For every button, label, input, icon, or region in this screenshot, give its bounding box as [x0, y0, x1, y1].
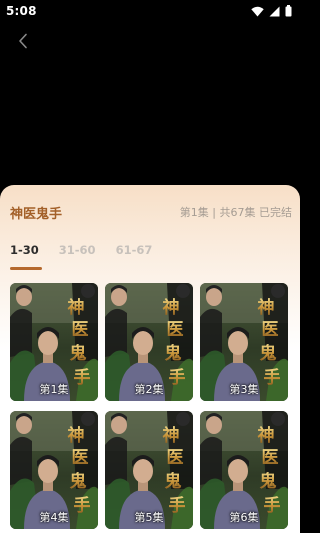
svg-text:鬼: 鬼 — [70, 343, 87, 364]
svg-text:神: 神 — [163, 425, 180, 446]
svg-text:医: 医 — [72, 448, 89, 468]
sheet-header: 神医鬼手 第1集 | 共67集 已完结 — [10, 202, 292, 222]
signal-icon — [269, 6, 280, 17]
svg-text:鬼: 鬼 — [70, 471, 87, 492]
episode-card[interactable]: 神医鬼手 第6集 — [200, 411, 288, 529]
status-icons — [251, 5, 292, 17]
episode-label: 第4集 — [39, 511, 69, 524]
episode-card[interactable]: 神医鬼手 第3集 — [200, 283, 288, 401]
chevron-left-icon — [18, 33, 28, 53]
status-time: 5:08 — [6, 4, 37, 18]
episode-label: 第3集 — [229, 383, 259, 396]
episode-grid: 神医鬼手 第1集 神医鬼手 第2集 神医鬼手 第3集 神医鬼手 第4集 神医鬼手… — [10, 283, 292, 529]
svg-text:鬼: 鬼 — [165, 343, 182, 364]
svg-text:医: 医 — [262, 448, 279, 468]
phone-screen: 5:08 神医鬼手 第1集 | 共67集 已完结 1-30 31-60 61-6… — [0, 0, 300, 533]
episode-label: 第1集 — [39, 383, 69, 396]
svg-text:神: 神 — [68, 425, 85, 446]
episode-range-tabs: 1-30 31-60 61-67 — [10, 242, 172, 270]
battery-icon — [285, 5, 292, 17]
series-title: 神医鬼手 — [10, 206, 63, 222]
episode-card[interactable]: 神医鬼手 第2集 — [105, 283, 193, 401]
episode-card[interactable]: 神医鬼手 第1集 — [10, 283, 98, 401]
episode-label: 第5集 — [134, 511, 164, 524]
svg-text:神: 神 — [68, 297, 85, 318]
svg-text:鬼: 鬼 — [260, 343, 277, 364]
svg-text:鬼: 鬼 — [165, 471, 182, 492]
tab-61-67[interactable]: 61-67 — [116, 242, 153, 270]
episode-selector-sheet: 神医鬼手 第1集 | 共67集 已完结 1-30 31-60 61-67 神医鬼… — [0, 185, 300, 533]
svg-text:医: 医 — [262, 320, 279, 340]
svg-text:神: 神 — [163, 297, 180, 318]
episode-status: 第1集 | 共67集 已完结 — [179, 206, 292, 219]
episode-label: 第2集 — [134, 383, 164, 396]
episode-label: 第6集 — [229, 511, 259, 524]
svg-text:鬼: 鬼 — [260, 471, 277, 492]
status-bar: 5:08 — [0, 0, 300, 22]
svg-text:神: 神 — [258, 297, 275, 318]
back-button[interactable] — [12, 32, 34, 54]
wifi-icon — [251, 6, 264, 17]
svg-text:医: 医 — [167, 320, 184, 340]
svg-text:神: 神 — [258, 425, 275, 446]
svg-text:医: 医 — [72, 320, 89, 340]
svg-text:医: 医 — [167, 448, 184, 468]
episode-card[interactable]: 神医鬼手 第5集 — [105, 411, 193, 529]
tab-31-60[interactable]: 31-60 — [59, 242, 96, 270]
tab-1-30[interactable]: 1-30 — [10, 242, 42, 270]
episode-card[interactable]: 神医鬼手 第4集 — [10, 411, 98, 529]
